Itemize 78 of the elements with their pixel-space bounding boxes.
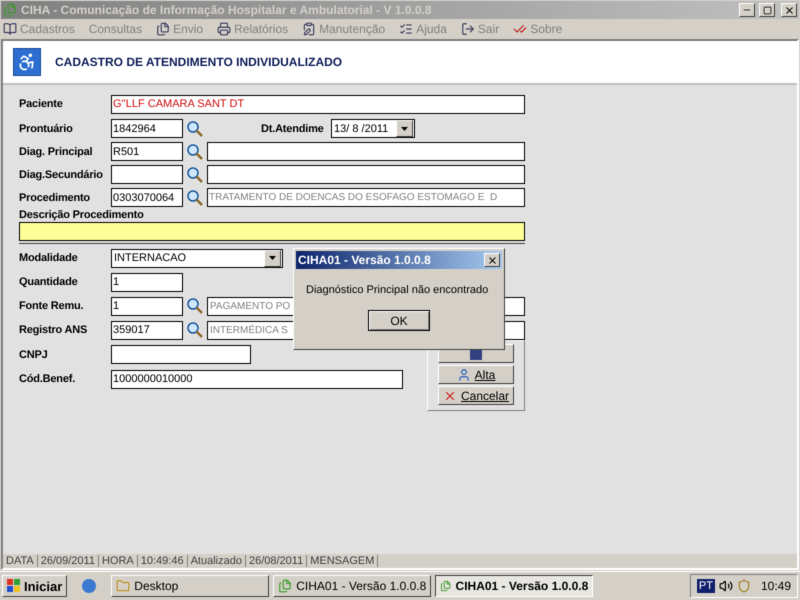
clock: 10:49: [760, 579, 791, 593]
field-label: Paciente: [19, 98, 64, 110]
documents-icon: [156, 22, 170, 36]
printer-icon: [217, 22, 232, 36]
exit-icon: [460, 22, 475, 36]
search-icon[interactable]: [186, 166, 204, 184]
code-field[interactable]: 359017: [111, 320, 183, 340]
date-dropdown[interactable]: 13/ 8 /2011: [331, 119, 415, 138]
modality-dropdown[interactable]: INTERNACAO: [111, 248, 283, 268]
field-label: Prontuário: [19, 122, 74, 134]
dialog-title: CIHA01 - Versão 1.0.0.8: [298, 253, 431, 267]
field-label: Diag. Principal: [19, 146, 94, 158]
quantity-field[interactable]: 1: [111, 272, 183, 292]
field-label: Diag.Secundário: [19, 168, 104, 180]
status-cell: HORA: [98, 555, 138, 567]
cancel-button[interactable]: Cancelar: [438, 386, 514, 405]
procedure-description-field[interactable]: [19, 222, 525, 240]
taskbar-button[interactable]: Desktop: [111, 575, 270, 597]
caret-icon: [269, 256, 276, 260]
folder-icon: [116, 579, 130, 593]
record-field[interactable]: 1842964: [111, 119, 183, 138]
status-cell: DATA: [3, 555, 38, 567]
person-icon: [456, 368, 471, 382]
form-title: CADASTRO DE ATENDIMENTO INDIVIDUALIZADO: [55, 55, 342, 69]
code-field[interactable]: R501: [111, 142, 183, 161]
search-icon[interactable]: [186, 321, 204, 339]
search-icon[interactable]: [186, 297, 204, 315]
wheelchair-icon: [13, 48, 41, 76]
status-cell: 26/09/2011: [38, 555, 99, 567]
restore-button[interactable]: [759, 3, 775, 17]
search-icon[interactable]: [186, 188, 204, 206]
caret-icon: [401, 126, 408, 130]
app-icon: [440, 579, 452, 593]
app-icon: [3, 3, 17, 17]
field-label: Descrição Procedimento: [19, 209, 145, 221]
speaker-icon[interactable]: [718, 579, 733, 593]
search-icon[interactable]: [186, 142, 204, 160]
field-label: Dt.Atendime: [261, 122, 325, 134]
field-label: Registro ANS: [19, 324, 88, 336]
checkmark-icon: [513, 22, 528, 36]
field-label: Fonte Remu.: [19, 300, 84, 312]
description-field[interactable]: [207, 142, 525, 161]
taskbar-button[interactable]: CIHA01 - Versão 1.0.0.8: [273, 575, 432, 597]
restore-icon: [762, 6, 772, 14]
taskbar-button[interactable]: CIHA01 - Versão 1.0.0.8: [435, 575, 594, 597]
book-icon: [3, 22, 17, 36]
code-field[interactable]: 0303070064: [111, 188, 183, 207]
description-field[interactable]: TRATAMENTO DE DOENCAS DO ESOFAGO ESTOMAGO E D: [207, 188, 525, 207]
patient-field[interactable]: G''LLF CAMARA SANT DT: [111, 94, 525, 114]
clipboard-icon: [302, 22, 316, 36]
status-cell: 26/08/2011: [246, 555, 308, 567]
beneficiary-field[interactable]: 1000000010000: [111, 370, 403, 388]
close-icon: [486, 254, 498, 266]
field-label: Modalidade: [19, 252, 79, 264]
field-label: Quantidade: [19, 276, 79, 288]
app-icon: [278, 579, 292, 593]
minimize-button[interactable]: [739, 3, 755, 17]
search-icon[interactable]: [186, 120, 204, 138]
list-icon: [399, 22, 414, 36]
close-button[interactable]: [781, 3, 797, 17]
close-icon: [784, 4, 794, 16]
close-button[interactable]: [484, 253, 500, 267]
cnpj-field[interactable]: [111, 345, 251, 364]
windows-logo-icon: [7, 579, 21, 593]
field-label: Cód.Benef.: [19, 373, 76, 385]
language-indicator[interactable]: PT: [696, 579, 715, 593]
field-label: CNPJ: [19, 348, 49, 360]
start-button[interactable]: Iniciar: [2, 575, 68, 597]
code-field[interactable]: 1: [111, 296, 183, 316]
description-field[interactable]: [207, 165, 525, 184]
field-label: Procedimento: [19, 192, 91, 204]
dialog-message: Diagnóstico Principal não encontrado: [306, 284, 490, 296]
discharge-button[interactable]: Alta: [438, 365, 514, 384]
ok-button[interactable]: OK: [368, 310, 430, 331]
status-cell: MENSAGEM: [307, 555, 378, 567]
status-cell: Atualizado: [188, 555, 246, 567]
code-field[interactable]: [111, 165, 183, 184]
status-cell: 10:49:46: [138, 555, 188, 567]
